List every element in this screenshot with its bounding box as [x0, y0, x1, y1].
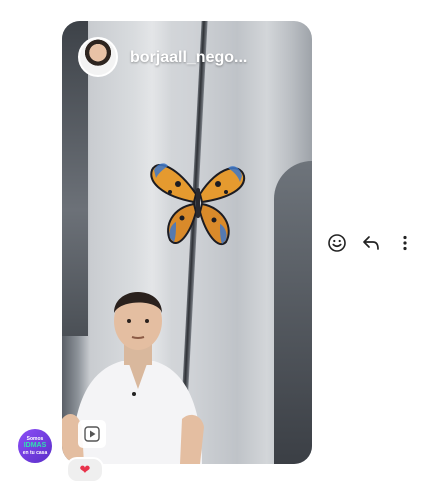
sender-avatar-line-2: IDMAS [23, 442, 47, 449]
story-username[interactable]: borjaall_nego... [130, 49, 247, 67]
car-window-right [274, 161, 312, 464]
butterfly-image [150, 163, 246, 245]
sender-avatar[interactable]: Somos IDMAS en tu casa [18, 429, 52, 463]
more-vertical-icon[interactable] [394, 232, 416, 254]
message-actions [326, 232, 416, 254]
profile-avatar[interactable] [78, 37, 118, 77]
heart-reaction[interactable]: ❤ [66, 457, 104, 483]
heart-icon: ❤ [79, 462, 91, 477]
smiley-icon[interactable] [326, 232, 348, 254]
story-card[interactable]: borjaall_nego... [62, 21, 312, 464]
play-icon[interactable] [78, 420, 106, 448]
sender-avatar-line-3: en tu casa [22, 450, 48, 456]
reply-arrow-icon[interactable] [360, 232, 382, 254]
